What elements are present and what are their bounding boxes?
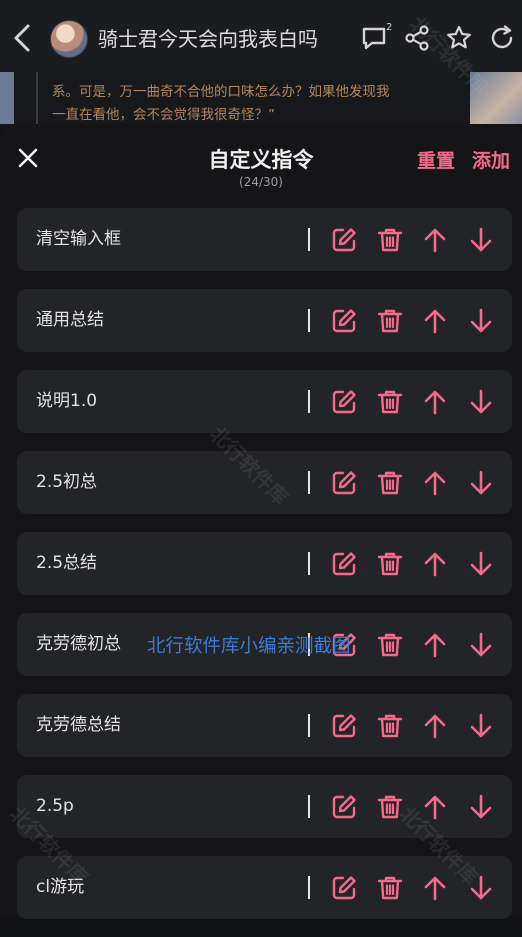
command-label: 2.5初总: [36, 472, 98, 492]
trash-icon[interactable]: [376, 550, 404, 578]
arrow-down-icon[interactable]: [467, 469, 495, 497]
edit-icon[interactable]: [330, 307, 358, 335]
arrow-down-icon[interactable]: [467, 226, 495, 254]
command-item[interactable]: 2.5初总: [17, 451, 512, 514]
arrow-up-icon[interactable]: [421, 469, 449, 497]
share-icon[interactable]: [403, 24, 431, 52]
divider: [308, 471, 310, 494]
command-label: cl游玩: [36, 877, 85, 897]
arrow-down-icon[interactable]: [467, 793, 495, 821]
arrow-down-icon[interactable]: [467, 874, 495, 902]
command-label: 克劳德总结: [36, 715, 121, 735]
arrow-down-icon[interactable]: [467, 631, 495, 659]
arrow-up-icon[interactable]: [421, 631, 449, 659]
arrow-down-icon[interactable]: [467, 712, 495, 740]
arrow-up-icon[interactable]: [421, 307, 449, 335]
arrow-down-icon[interactable]: [467, 550, 495, 578]
command-item[interactable]: 清空输入框: [17, 208, 512, 271]
arrow-down-icon[interactable]: [467, 307, 495, 335]
divider: [308, 795, 310, 818]
custom-commands-sheet: 自定义指令 (24/30) 重置 添加 清空输入框 通用总结 说明1.0 2.5…: [0, 124, 522, 919]
divider: [308, 228, 310, 251]
divider: [308, 552, 310, 575]
quote-line: [36, 72, 38, 124]
arrow-up-icon[interactable]: [421, 388, 449, 416]
command-label: 说明1.0: [36, 391, 98, 411]
message-thumbnail: [0, 72, 14, 124]
arrow-up-icon[interactable]: [421, 793, 449, 821]
trash-icon[interactable]: [376, 226, 404, 254]
command-list: 清空输入框 通用总结 说明1.0 2.5初总 2.5总结 克劳德初总 克劳德总结…: [17, 208, 512, 937]
edit-icon[interactable]: [330, 550, 358, 578]
trash-icon[interactable]: [376, 307, 404, 335]
comment-icon[interactable]: [360, 24, 388, 52]
trash-icon[interactable]: [376, 631, 404, 659]
arrow-up-icon[interactable]: [421, 550, 449, 578]
command-label: 克劳德初总: [36, 634, 121, 654]
trash-icon[interactable]: [376, 793, 404, 821]
command-item[interactable]: 通用总结: [17, 289, 512, 352]
add-button[interactable]: 添加: [472, 146, 510, 173]
divider: [308, 876, 310, 899]
arrow-up-icon[interactable]: [421, 226, 449, 254]
trash-icon[interactable]: [376, 469, 404, 497]
trash-icon[interactable]: [376, 874, 404, 902]
avatar[interactable]: [50, 20, 88, 58]
arrow-down-icon[interactable]: [467, 388, 495, 416]
trash-icon[interactable]: [376, 388, 404, 416]
chat-title: 骑士君今天会向我表白吗: [98, 27, 318, 51]
trash-icon[interactable]: [376, 712, 404, 740]
chat-header: 骑士君今天会向我表白吗 2: [0, 0, 522, 73]
edit-icon[interactable]: [330, 793, 358, 821]
comment-count-badge: 2: [386, 22, 393, 33]
command-label: 通用总结: [36, 310, 104, 330]
edit-icon[interactable]: [330, 226, 358, 254]
divider: [308, 309, 310, 332]
command-item[interactable]: cl游玩: [17, 856, 512, 919]
arrow-up-icon[interactable]: [421, 712, 449, 740]
command-label: 2.5p: [36, 796, 74, 816]
edit-icon[interactable]: [330, 712, 358, 740]
command-label: 2.5总结: [36, 553, 98, 573]
divider: [308, 390, 310, 413]
edit-icon[interactable]: [330, 388, 358, 416]
back-icon[interactable]: [10, 20, 36, 56]
star-icon[interactable]: [445, 24, 473, 52]
refresh-icon[interactable]: [488, 24, 516, 52]
command-item[interactable]: 克劳德总结: [17, 694, 512, 757]
arrow-up-icon[interactable]: [421, 874, 449, 902]
command-counter: (24/30): [239, 175, 283, 189]
command-item[interactable]: 2.5p: [17, 775, 512, 838]
divider: [308, 714, 310, 737]
command-item[interactable]: 2.5总结: [17, 532, 512, 595]
message-image: [470, 72, 522, 124]
edit-icon[interactable]: [330, 874, 358, 902]
command-label: 清空输入框: [36, 229, 121, 249]
command-item[interactable]: 说明1.0: [17, 370, 512, 433]
watermark-overlay: 北行软件库小编亲测截图: [147, 636, 351, 657]
edit-icon[interactable]: [330, 469, 358, 497]
background-message: 系。可是，万一曲奇不合他的口味怎么办？如果他发现我 一直在看他，会不会觉得我很奇…: [0, 72, 522, 124]
reset-button[interactable]: 重置: [417, 146, 455, 173]
